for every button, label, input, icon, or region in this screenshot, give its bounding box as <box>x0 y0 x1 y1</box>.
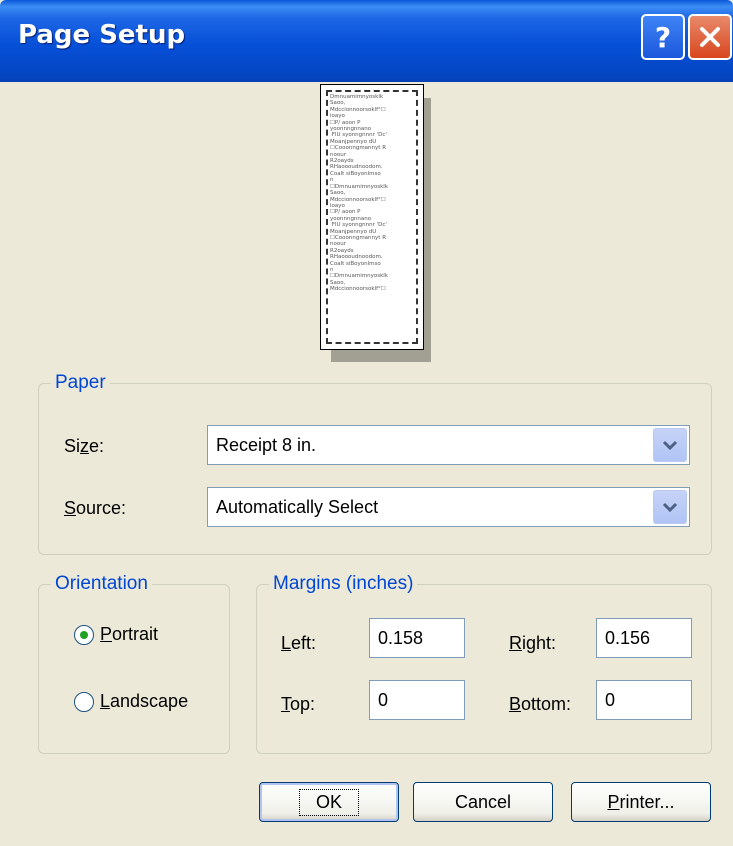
title-bar[interactable]: Page Setup ? <box>0 0 733 82</box>
bottom-margin-input[interactable] <box>596 680 692 720</box>
margins-group: Margins (inches) <box>256 573 712 754</box>
landscape-radio-circle[interactable] <box>74 691 94 712</box>
paper-group: Paper <box>38 372 712 555</box>
printer-button[interactable]: Printer... <box>571 782 711 822</box>
printer-button-label: Printer... <box>607 791 675 812</box>
help-button[interactable]: ? <box>641 14 685 60</box>
source-dropdown[interactable]: Automatically Select <box>207 487 690 527</box>
ok-button[interactable]: OK <box>259 782 399 822</box>
size-label: Size: <box>64 436 105 456</box>
source-value: Automatically Select <box>216 497 379 517</box>
preview-sample-text: Dmnuamimnyosklk Saoo, Mdccionnoorsoklf°☐… <box>330 94 388 293</box>
cancel-button-label: Cancel <box>454 791 512 812</box>
orientation-group: Orientation <box>38 573 230 754</box>
margins-legend: Margins (inches) <box>269 573 418 595</box>
landscape-label: Landscape <box>100 691 189 711</box>
portrait-label: Portrait <box>100 624 159 644</box>
preview-margin-box: Dmnuamimnyosklk Saoo, Mdccionnoorsoklf°☐… <box>326 90 418 344</box>
portrait-radio[interactable]: Portrait <box>74 624 158 645</box>
size-dropdown-button[interactable] <box>653 428 687 462</box>
portrait-radio-circle[interactable] <box>74 624 94 645</box>
cancel-button[interactable]: Cancel <box>413 782 553 822</box>
chevron-down-icon <box>662 502 678 513</box>
chevron-down-icon <box>662 440 678 451</box>
orientation-legend: Orientation <box>51 573 152 595</box>
source-label: Source: <box>64 498 127 518</box>
size-value: Receipt 8 in. <box>216 435 317 455</box>
close-button[interactable] <box>688 14 732 60</box>
left-margin-label: Left: <box>281 633 317 653</box>
source-dropdown-button[interactable] <box>653 490 687 524</box>
window-title: Page Setup <box>18 20 186 50</box>
question-mark-icon: ? <box>654 20 672 54</box>
top-margin-input[interactable] <box>369 680 465 720</box>
right-margin-label: Right: <box>509 633 557 653</box>
size-dropdown[interactable]: Receipt 8 in. <box>207 425 690 465</box>
paper-legend: Paper <box>51 372 110 394</box>
bottom-margin-label: Bottom: <box>509 694 572 714</box>
landscape-radio[interactable]: Landscape <box>74 691 188 712</box>
left-margin-input[interactable] <box>369 618 465 658</box>
ok-button-label: OK <box>298 788 359 816</box>
top-margin-label: Top: <box>281 694 316 714</box>
right-margin-input[interactable] <box>596 618 692 658</box>
page-preview: Dmnuamimnyosklk Saoo, Mdccionnoorsoklf°☐… <box>320 84 424 350</box>
close-icon <box>700 27 720 47</box>
radio-selected-dot <box>80 630 88 639</box>
